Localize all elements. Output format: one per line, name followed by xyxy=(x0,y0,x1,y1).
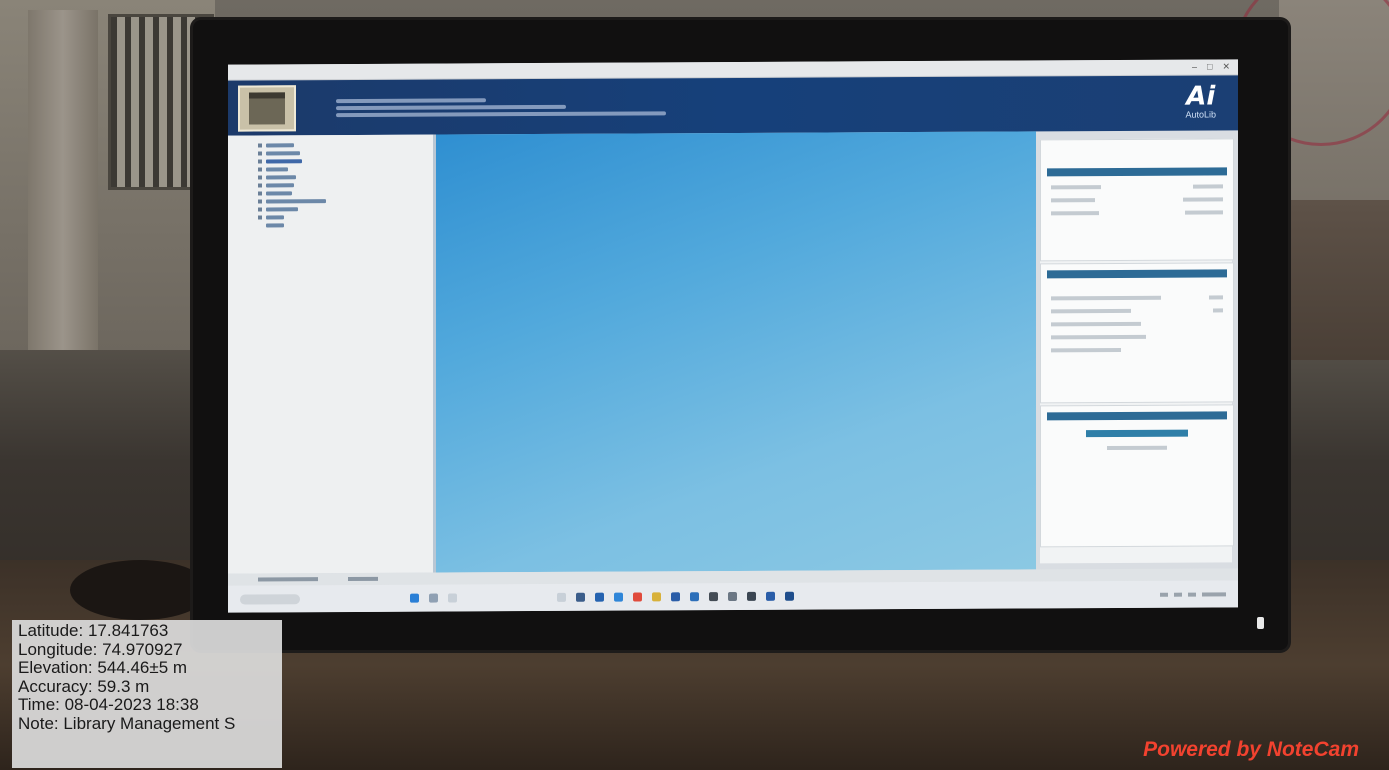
note-text: Note: Library Management S xyxy=(18,714,236,733)
sidebar-menu xyxy=(228,134,436,574)
taskbar-icons xyxy=(410,591,794,603)
window-controls[interactable]: – □ ✕ xyxy=(1192,61,1230,72)
menu-item[interactable] xyxy=(258,173,433,181)
maximize-icon[interactable]: □ xyxy=(1207,61,1212,72)
monitor-screen: – □ ✕ Ai AutoLib xyxy=(228,59,1238,613)
windows-start-icon[interactable] xyxy=(410,593,419,603)
mail-icon[interactable] xyxy=(671,592,680,602)
info-box-2 xyxy=(1040,262,1234,404)
app-icon[interactable] xyxy=(728,591,737,602)
geotag-overlay: Latitude: 17.841763 Longitude: 74.970927… xyxy=(12,620,282,768)
mouse xyxy=(70,560,210,620)
browser-icon[interactable] xyxy=(595,592,604,602)
info-box-1 xyxy=(1040,138,1234,262)
pillar xyxy=(28,10,98,350)
search-icon[interactable] xyxy=(429,593,438,603)
store-icon[interactable] xyxy=(690,592,699,602)
file-explorer-icon[interactable] xyxy=(576,592,585,602)
latitude-text: Latitude: 17.841763 xyxy=(18,622,169,640)
close-icon[interactable]: ✕ xyxy=(1222,61,1230,72)
menu-item[interactable] xyxy=(258,189,433,197)
taskview-icon[interactable] xyxy=(448,593,457,603)
menu-item[interactable] xyxy=(258,221,433,229)
menu-item[interactable] xyxy=(258,141,433,149)
menu-item[interactable] xyxy=(258,181,433,189)
menu-item[interactable] xyxy=(258,205,433,213)
autolib-logo: Ai AutoLib xyxy=(1185,81,1216,120)
panel-button[interactable] xyxy=(1086,429,1188,438)
right-shelf xyxy=(1279,200,1389,360)
menu-tree xyxy=(258,141,433,229)
main-workspace xyxy=(436,131,1036,573)
chrome-icon[interactable] xyxy=(633,592,642,602)
system-tray[interactable] xyxy=(1160,591,1226,597)
elevation-text: Elevation: 544.46±5 m xyxy=(18,659,188,678)
menu-item[interactable] xyxy=(258,165,433,173)
info-box-3 xyxy=(1040,404,1234,548)
time-text: Time: 08-04-2023 18:38 xyxy=(18,696,199,715)
college-logo xyxy=(238,84,296,132)
search-icon[interactable] xyxy=(240,593,300,605)
header-text-blur xyxy=(336,97,666,117)
power-led xyxy=(1257,617,1264,629)
right-info-panel xyxy=(1040,138,1234,564)
menu-item[interactable] xyxy=(258,149,433,157)
brand-name: AutoLib xyxy=(1185,109,1216,120)
app-icon[interactable] xyxy=(709,592,718,602)
minimize-icon[interactable]: – xyxy=(1192,62,1197,73)
windows-taskbar xyxy=(228,580,1238,613)
app-icon[interactable] xyxy=(766,591,775,601)
app-body xyxy=(228,130,1238,574)
app-header: Ai AutoLib xyxy=(228,75,1238,136)
app-icon[interactable] xyxy=(785,591,794,601)
menu-item[interactable] xyxy=(258,213,433,221)
brand-mark: Ai xyxy=(1186,81,1216,112)
widget-icon[interactable] xyxy=(557,592,566,602)
menu-item-selected[interactable] xyxy=(258,157,433,165)
notecam-watermark: Powered by NoteCam xyxy=(1143,738,1359,761)
longitude-text: Longitude: 74.970927 xyxy=(18,640,183,659)
edge-icon[interactable] xyxy=(614,592,623,602)
folder-icon[interactable] xyxy=(652,592,661,602)
menu-item[interactable] xyxy=(258,197,433,205)
accuracy-text: Accuracy: 59.3 m xyxy=(18,677,150,696)
app-icon[interactable] xyxy=(747,591,756,601)
